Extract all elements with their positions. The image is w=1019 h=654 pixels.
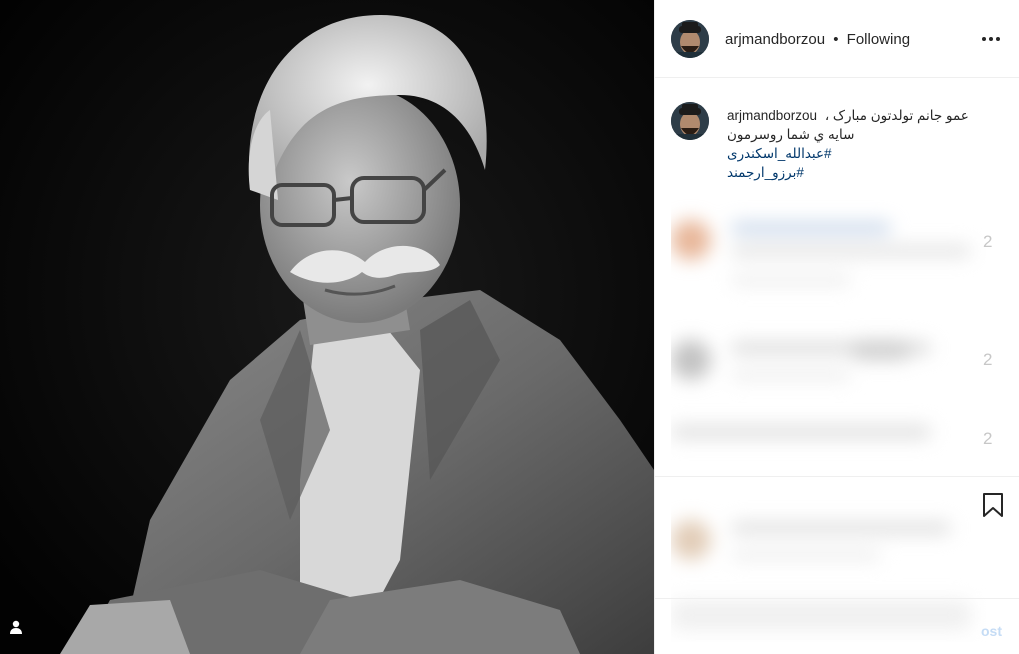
bookmark-button[interactable] — [981, 492, 1005, 518]
avatar-image — [671, 102, 709, 140]
caption-avatar[interactable] — [671, 102, 709, 140]
blurred-comments — [671, 190, 986, 642]
comment-like-count: 2 — [983, 232, 993, 251]
user-tag-button[interactable] — [8, 619, 34, 645]
caption-username[interactable]: arjmandborzou — [727, 108, 817, 123]
bookmark-icon — [983, 493, 1003, 517]
more-options-button[interactable] — [975, 26, 1007, 52]
comment-like-count: 2 — [983, 350, 993, 369]
avatar[interactable] — [671, 20, 709, 58]
hashtag-link[interactable]: #عبدالله_اسکندری — [727, 144, 977, 163]
separator-dot: • — [833, 31, 839, 48]
comment-like-count: 2 — [983, 429, 993, 448]
user-tag-icon — [10, 620, 22, 634]
caption-line-2: سایه ي شما روسرمون — [727, 127, 855, 142]
post-caption: arjmandborzou عمو جانم تولدتون مبارک ، س… — [727, 106, 977, 182]
avatar-image — [671, 20, 709, 58]
header-username[interactable]: arjmandborzou — [725, 31, 825, 48]
header-user-info: arjmandborzou • Following — [725, 31, 910, 48]
hashtag-link[interactable]: #برزو_ارجمند — [727, 163, 977, 182]
follow-status-button[interactable]: Following — [847, 31, 910, 48]
portrait-image — [0, 0, 654, 654]
more-options-icon — [982, 37, 1000, 41]
caption-line-1: عمو جانم تولدتون مبارک ، — [824, 108, 969, 123]
post-comment-button[interactable]: ost — [981, 623, 1002, 639]
divider — [655, 476, 1019, 477]
post-photo[interactable] — [0, 0, 654, 654]
post-side-panel: arjmandborzou • Following arjmandborzou … — [654, 0, 1019, 654]
post-header: arjmandborzou • Following — [655, 0, 1019, 78]
divider — [655, 598, 1019, 599]
